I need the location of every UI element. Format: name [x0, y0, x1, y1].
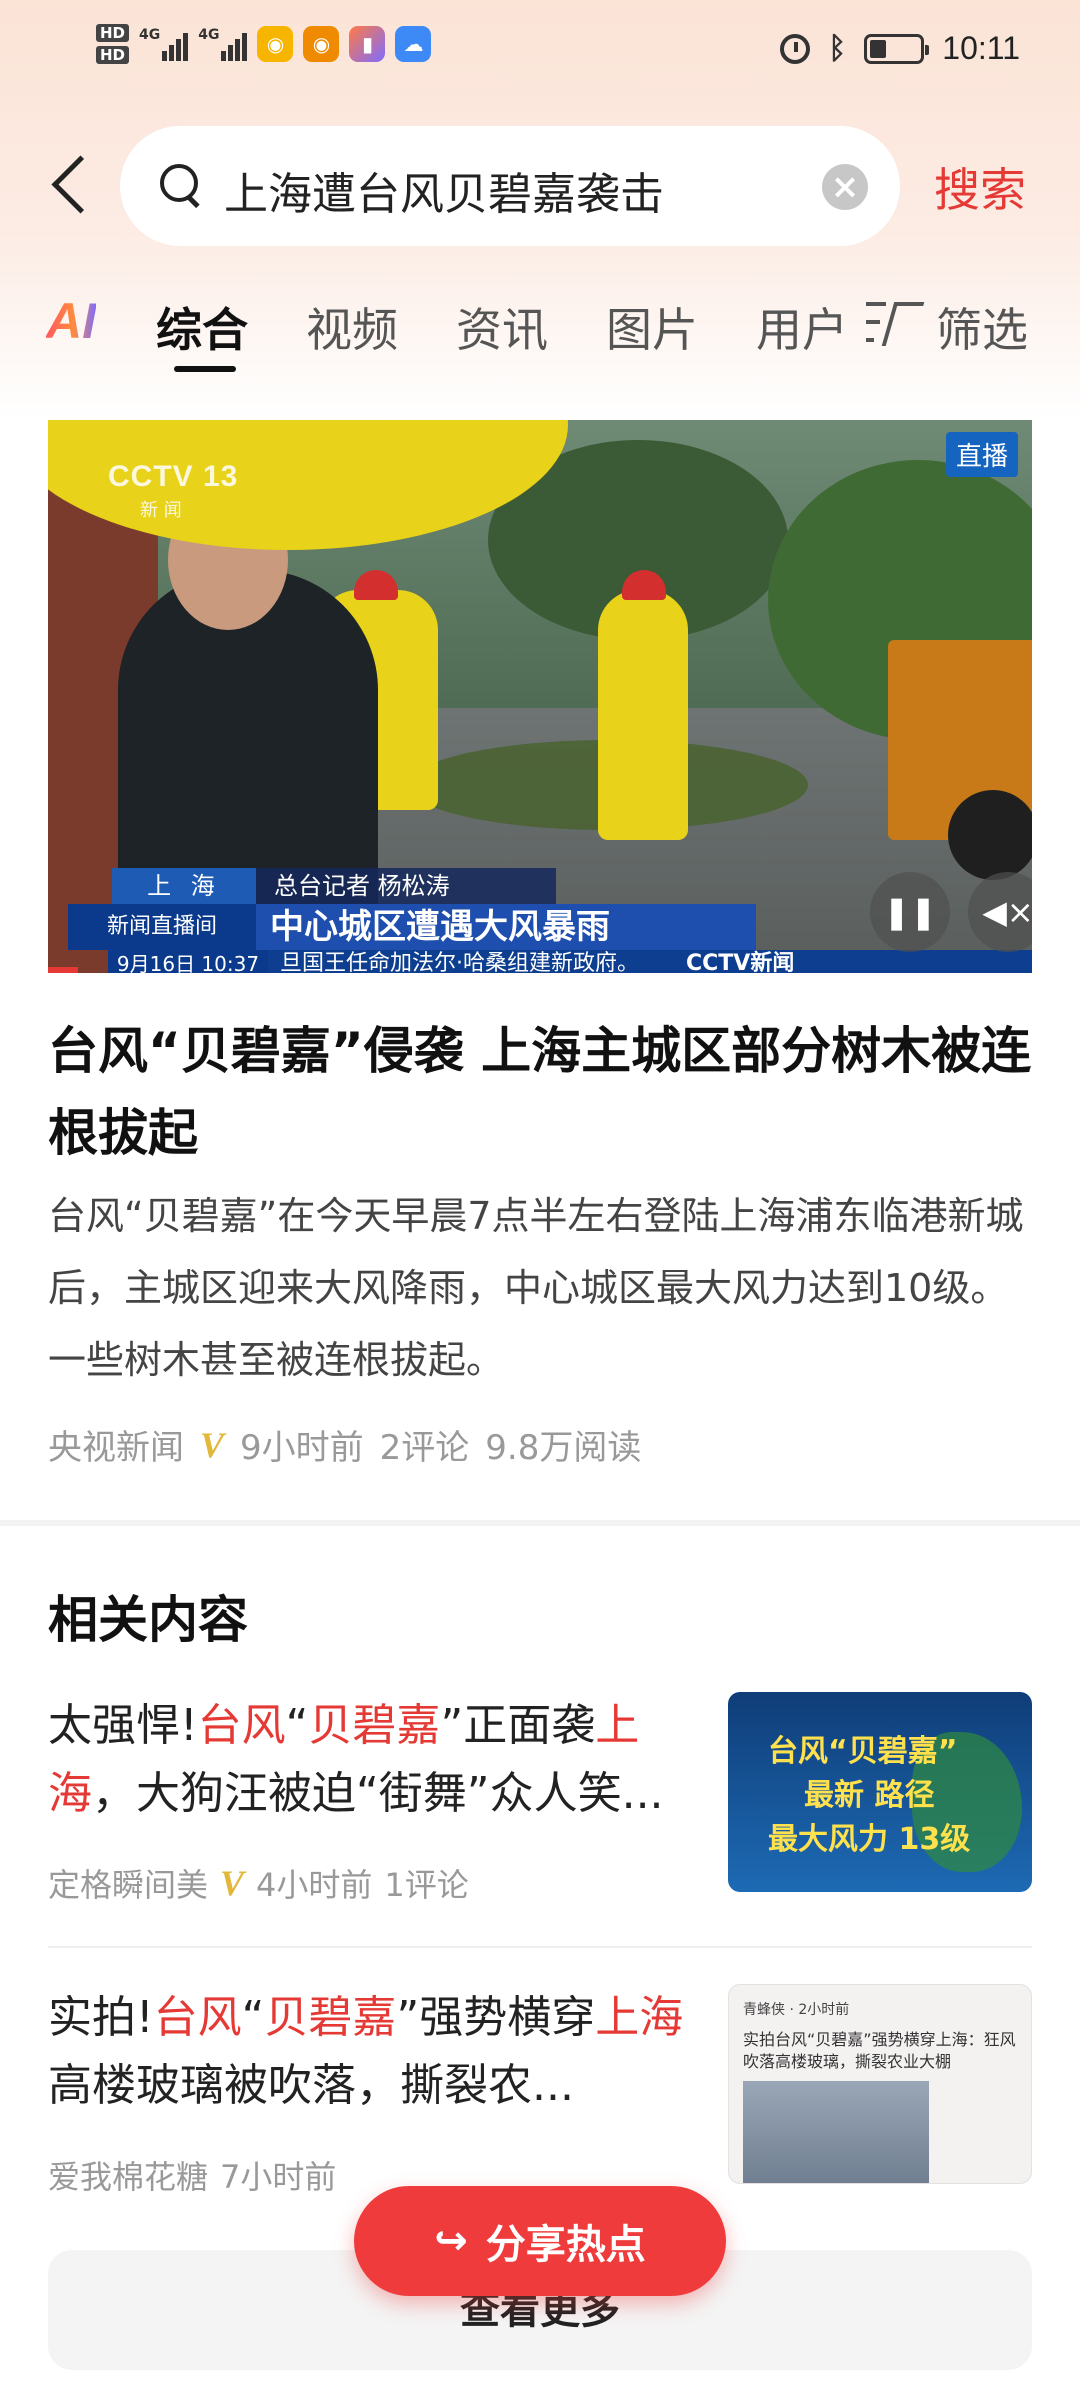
verified-icon: V	[200, 1424, 225, 1465]
thumb-text-1: 台风“贝碧嘉”	[768, 1734, 958, 1769]
related-section-title: 相关内容	[48, 1591, 248, 1649]
search-query-text[interactable]: 上海遭台风贝碧嘉袭击	[224, 158, 664, 222]
related-item-title[interactable]: 太强悍!台风“贝碧嘉”正面袭上海，大狗汪被迫“街舞”众人笑...	[48, 1692, 688, 1828]
weibo-app-icon: ◉	[257, 26, 294, 62]
related-item-title[interactable]: 实拍!台风“贝碧嘉”强势横穿上海 高楼玻璃被吹落，撕裂农...	[48, 1984, 688, 2120]
status-bar: HD HD 4G 4G ◉ ◉ ▮ ☁ ᛒ 10:11	[0, 0, 1080, 110]
tab-comprehensive[interactable]: 综合	[156, 294, 248, 360]
article-meta: 央视新闻 V 9小时前 2评论 9.8万阅读	[48, 1420, 641, 1469]
tab-news[interactable]: 资讯	[456, 294, 548, 360]
related-item-comments: 1评论	[384, 1866, 469, 1904]
ticker-logo: CCTV新闻	[686, 951, 795, 973]
related-item[interactable]: 太强悍!台风“贝碧嘉”正面袭上海，大狗汪被迫“街舞”众人笑... 定格瞬间美 V…	[48, 1692, 1032, 1904]
search-icon	[160, 164, 200, 204]
thumb-account: 青蜂侠 · 2小时前	[743, 2002, 850, 2018]
related-item-time: 4小时前	[256, 1866, 373, 1904]
thumb-text-2: 最新 路径	[804, 1778, 935, 1813]
article-summary[interactable]: 台风“贝碧嘉”在今天早晨7点半左右登陆上海浦东临港新城后，主城区迎来大风降雨，中…	[48, 1180, 1032, 1396]
related-item-source[interactable]: 定格瞬间美	[48, 1860, 208, 1906]
ai-tab-logo[interactable]: AI	[46, 292, 96, 350]
list-divider	[48, 1946, 1032, 1948]
related-item-thumbnail[interactable]: 青蜂侠 · 2小时前 实拍台风“贝碧嘉”强势横穿上海：狂风吹落高楼玻璃，撕裂农业…	[728, 1984, 1032, 2184]
clock-time: 10:11	[942, 30, 1020, 66]
video-headline-caption: 中心城区遭遇大风暴雨	[256, 904, 756, 950]
related-item[interactable]: 实拍!台风“贝碧嘉”强势横穿上海 高楼玻璃被吹落，撕裂农... 爱我棉花糖 7小…	[48, 1984, 1032, 2196]
hd2-label: HD	[96, 46, 130, 64]
video-progress-bar[interactable]	[48, 967, 78, 973]
hd-indicator: HD HD	[96, 24, 130, 64]
share-button-label: 分享热点	[485, 2222, 646, 2268]
clear-search-icon[interactable]: ×	[822, 164, 868, 210]
article-time: 9小时前	[240, 1428, 364, 1468]
share-icon: ↪	[434, 2218, 468, 2264]
signal-icon-2: 4G	[198, 27, 248, 61]
thumb-caption: 实拍台风“贝碧嘉”强势横穿上海：狂风吹落高楼玻璃，撕裂农业大棚	[743, 2030, 1016, 2071]
thumb-text-3: 最大风力 13级	[768, 1822, 971, 1857]
share-hotspot-button[interactable]: ↪ 分享热点	[354, 2186, 726, 2296]
weibo-app-icon-2: ◉	[303, 26, 340, 62]
article-comments: 2评论	[379, 1428, 470, 1468]
category-tabs: AI 综合 视频 资讯 图片 用户 筛选	[0, 280, 1080, 372]
news-ticker: 旦国王任命加法尔·哈桑组建新政府。 CCTV新闻	[268, 950, 1032, 973]
article-title[interactable]: 台风“贝碧嘉”侵袭 上海主城区部分树木被连根拔起	[48, 1010, 1032, 1174]
network-type-1: 4G	[139, 27, 161, 43]
verified-icon: V	[220, 1863, 245, 1903]
article-reads: 9.8万阅读	[485, 1428, 642, 1468]
related-item-thumbnail[interactable]: 台风“贝碧嘉” 最新 路径 最大风力 13级	[728, 1692, 1032, 1892]
live-badge: 直播	[945, 432, 1018, 477]
alarm-icon	[780, 33, 811, 64]
signal-icon: 4G	[139, 27, 189, 61]
active-tab-indicator	[174, 366, 236, 372]
back-arrow-icon[interactable]	[44, 150, 94, 220]
cctv-logo-sub: 新 闻	[140, 500, 182, 521]
related-item-meta: 定格瞬间美 V 4小时前 1评论	[48, 1860, 469, 1906]
article-source[interactable]: 央视新闻	[48, 1420, 184, 1469]
reporter-caption: 总台记者 杨松涛	[256, 868, 556, 904]
related-item-source[interactable]: 爱我棉花糖	[48, 2152, 208, 2198]
network-type-2: 4G	[198, 27, 220, 43]
section-divider	[0, 1520, 1080, 1526]
related-item-meta: 爱我棉花糖 7小时前	[48, 2152, 336, 2198]
bluetooth-icon: ᛒ	[828, 31, 847, 66]
cctv-logo: CCTV 13	[108, 460, 239, 493]
search-input[interactable]: 上海遭台风贝碧嘉袭击 ×	[120, 126, 900, 246]
program-caption: 新闻直播间	[68, 904, 256, 950]
pause-icon[interactable]: ❚❚	[870, 872, 950, 952]
related-item-time: 7小时前	[220, 2158, 337, 2196]
video-player[interactable]: CCTV 13 新 闻 直播 上 海 总台记者 杨松涛 新闻直播间 中心城区遭遇…	[48, 420, 1032, 973]
tab-images[interactable]: 图片	[606, 294, 698, 360]
ticker-text: 旦国王任命加法尔·哈桑组建新政府。	[280, 951, 639, 973]
notes-app-icon: ▮	[349, 26, 386, 62]
video-date-caption: 9月16日 10:37	[108, 950, 268, 973]
battery-icon	[864, 33, 930, 64]
filter-icon[interactable]	[866, 302, 925, 346]
search-button[interactable]: 搜索	[934, 154, 1026, 220]
tab-users[interactable]: 用户	[756, 294, 848, 360]
cloud-app-icon: ☁	[395, 26, 432, 62]
hd1-label: HD	[96, 24, 130, 42]
location-caption: 上 海	[112, 868, 256, 904]
filter-button[interactable]: 筛选	[936, 294, 1028, 360]
tab-video[interactable]: 视频	[306, 294, 398, 360]
